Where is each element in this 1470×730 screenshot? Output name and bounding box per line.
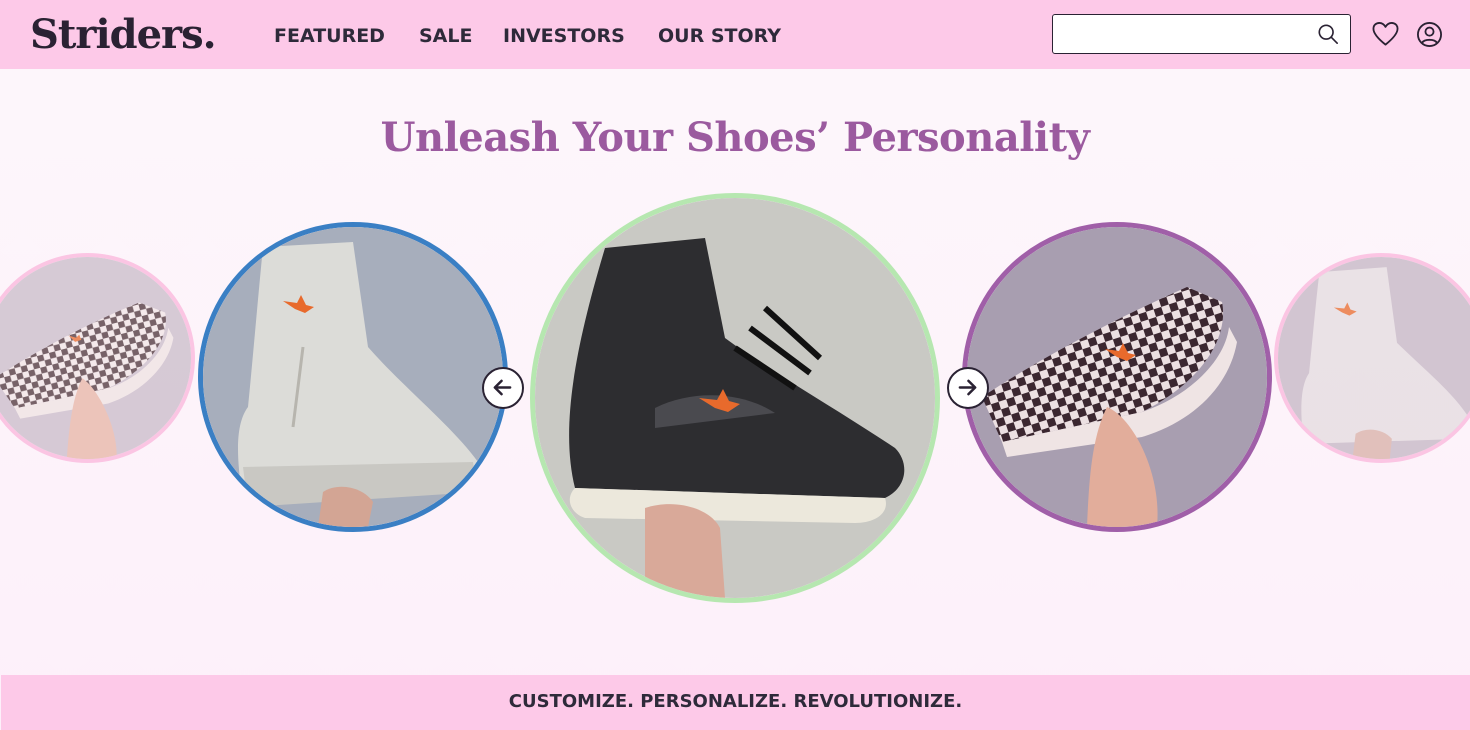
- nav-sale[interactable]: SALE: [419, 23, 472, 49]
- carousel-slide-far-right[interactable]: [1274, 253, 1470, 463]
- checkered-shoe-image: [0, 257, 191, 459]
- arrow-left-icon: [493, 379, 512, 396]
- nav-our-story[interactable]: OUR STORY: [658, 23, 781, 49]
- site-header: Striders. FEATURED SALE INVESTORS OUR ST…: [0, 0, 1470, 69]
- tagline-band: CUSTOMIZE. PERSONALIZE. REVOLUTIONIZE.: [1, 675, 1470, 730]
- carousel-slide-center[interactable]: [530, 193, 940, 603]
- nav-investors[interactable]: INVESTORS: [503, 23, 625, 49]
- checkered-shoe-image: [967, 227, 1267, 527]
- carousel-slide-far-left[interactable]: [0, 253, 195, 463]
- white-boot-image: [1278, 257, 1470, 459]
- search-input[interactable]: [1061, 21, 1311, 47]
- carousel-slide-right[interactable]: [962, 222, 1272, 532]
- hero-headline: Unleash Your Shoes’ Personality: [380, 114, 1090, 161]
- search-icon[interactable]: [1317, 23, 1339, 45]
- carousel-prev-button[interactable]: [482, 367, 524, 409]
- tagline-text: CUSTOMIZE. PERSONALIZE. REVOLUTIONIZE.: [508, 691, 963, 712]
- user-icon[interactable]: [1416, 21, 1443, 48]
- black-sneaker-image: [535, 198, 935, 598]
- heart-icon[interactable]: [1372, 21, 1399, 47]
- arrow-right-icon: [958, 379, 977, 396]
- nav-featured[interactable]: FEATURED: [274, 23, 385, 49]
- white-boot-image: [203, 227, 503, 527]
- carousel-next-button[interactable]: [947, 367, 989, 409]
- brand-logo[interactable]: Striders.: [30, 10, 217, 60]
- search-box: [1052, 14, 1351, 54]
- carousel-slide-left[interactable]: [198, 222, 508, 532]
